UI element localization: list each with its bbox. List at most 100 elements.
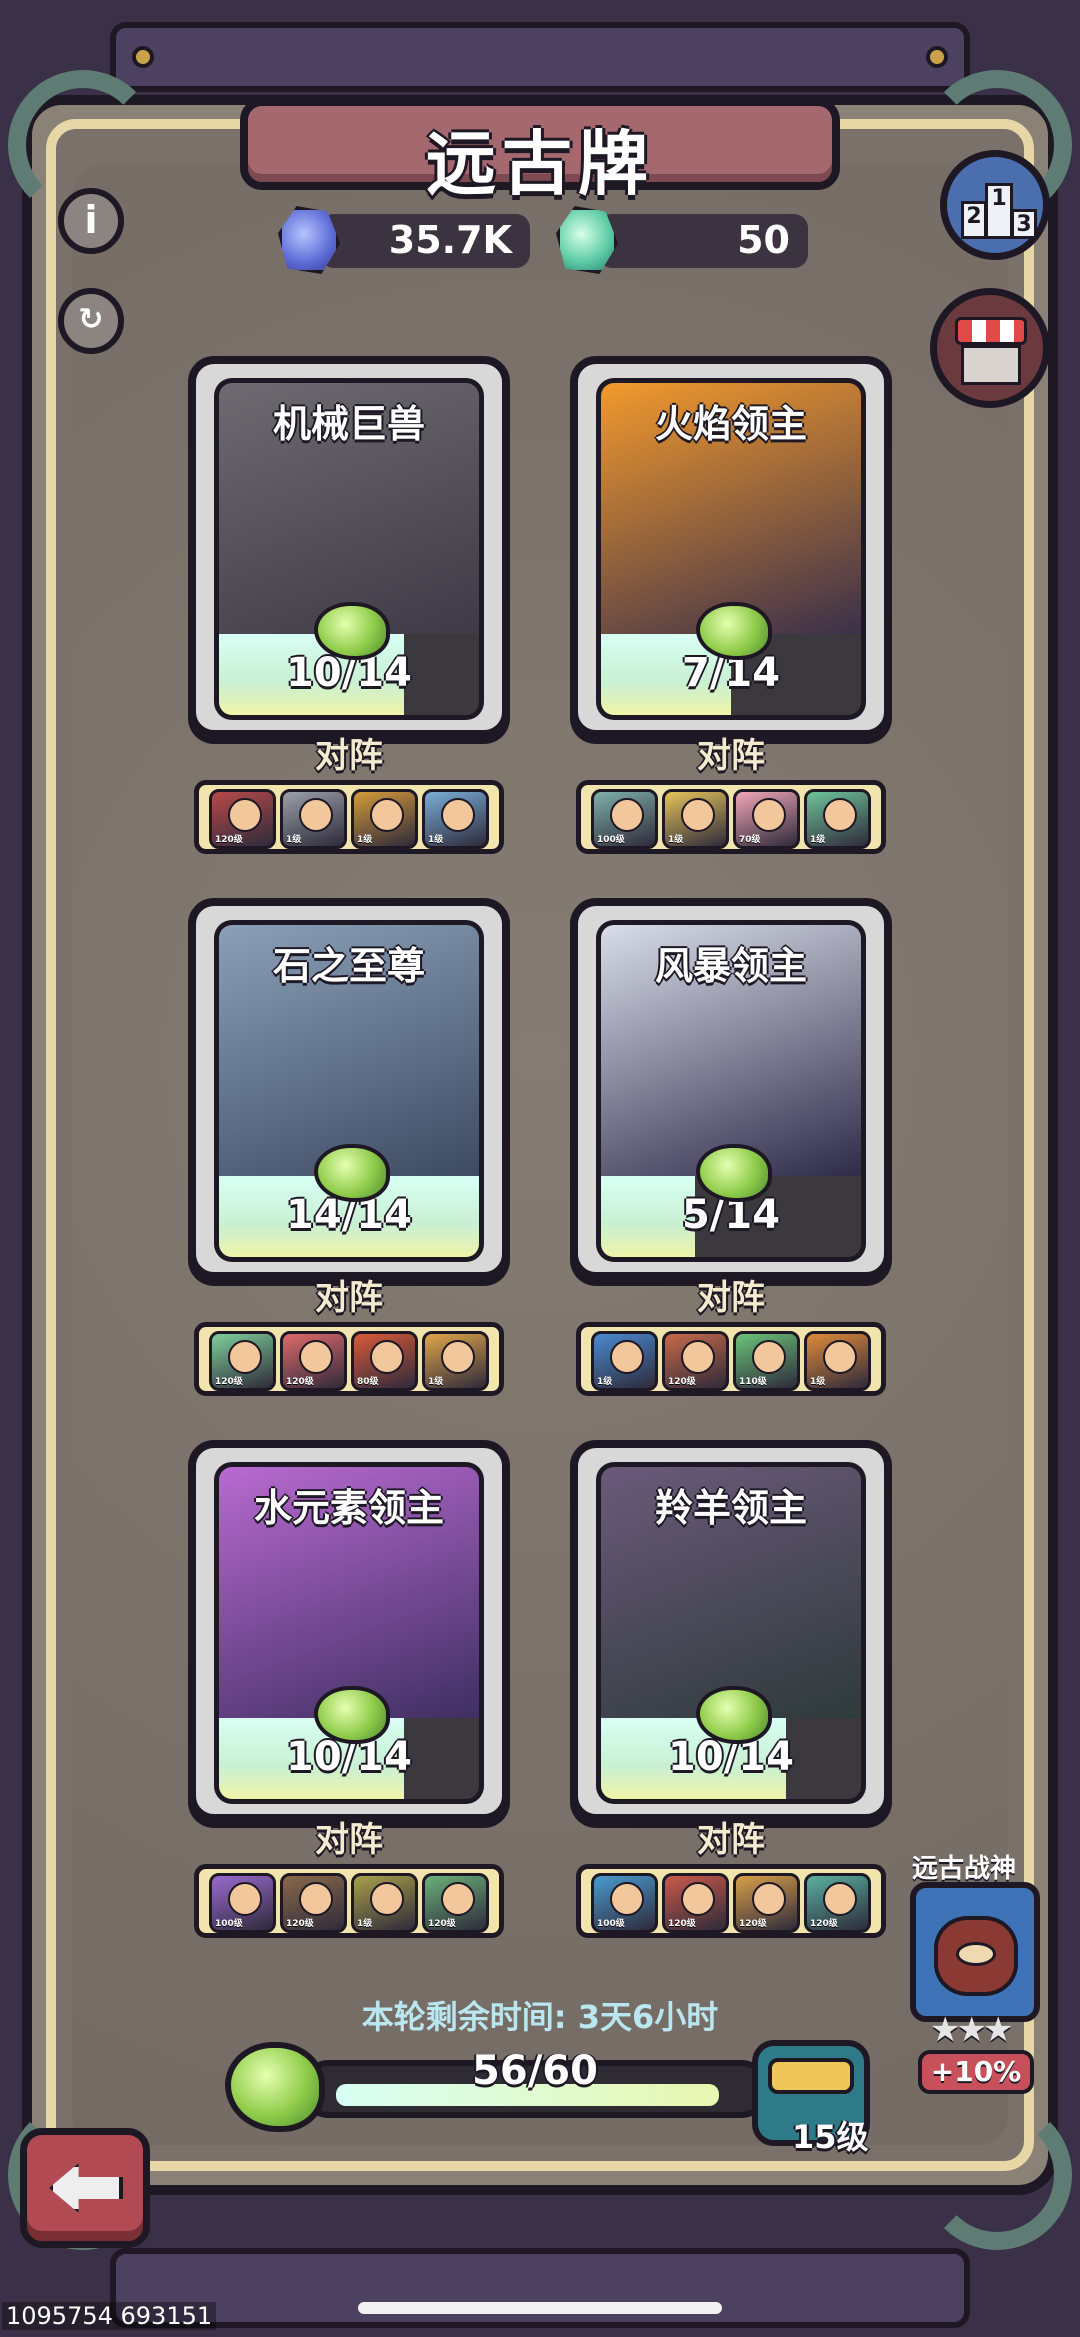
- page-title: 远古牌: [426, 123, 654, 205]
- hero-level: 120级: [668, 1377, 696, 1387]
- boss-art: 石之至尊: [214, 920, 484, 1182]
- hero-portrait[interactable]: 100级: [591, 789, 658, 849]
- hero-face-icon: [823, 1340, 857, 1374]
- hero-portrait[interactable]: 120级: [662, 1873, 729, 1933]
- back-arrow-icon: [49, 2163, 123, 2213]
- bean-icon: [696, 1686, 772, 1744]
- hero-portrait[interactable]: 1级: [422, 1331, 489, 1391]
- hero-portrait[interactable]: 1级: [422, 789, 489, 849]
- hero-portrait[interactable]: 120级: [804, 1873, 871, 1933]
- hero-level: 70级: [739, 835, 761, 845]
- progress-text: 56/60: [472, 2048, 598, 2094]
- hero-portrait[interactable]: 110级: [733, 1331, 800, 1391]
- podium-first: 1: [985, 183, 1013, 239]
- hero-level: 1级: [810, 835, 826, 845]
- currency-blue: 35.7K: [320, 214, 530, 268]
- podium-third: 3: [1011, 209, 1037, 239]
- hero-level: 110级: [739, 1377, 767, 1387]
- hero-face-icon: [370, 1340, 404, 1374]
- hero-level: 1级: [357, 1919, 373, 1929]
- hero-face-icon: [610, 798, 644, 832]
- hero-face-icon: [228, 1882, 262, 1916]
- opponent-team[interactable]: 1级 120级 110级 1级: [576, 1322, 886, 1396]
- boss-card[interactable]: 水元素领主 10/14: [188, 1440, 510, 1822]
- bonus-badge: +10%: [918, 2050, 1034, 2094]
- hero-portrait[interactable]: 120级: [209, 789, 276, 849]
- hero-face-icon: [370, 1882, 404, 1916]
- hero-face-icon: [441, 798, 475, 832]
- opponent-team[interactable]: 120级 1级 1级 1级: [194, 780, 504, 854]
- boss-card[interactable]: 羚羊领主 10/14: [570, 1440, 892, 1822]
- hero-level: 100级: [597, 1919, 625, 1929]
- ancient-god-card[interactable]: [910, 1882, 1040, 2022]
- hero-portrait[interactable]: 1级: [351, 1873, 418, 1933]
- opponent-team[interactable]: 100级 1级 70级 1级: [576, 780, 886, 854]
- boss-art: 风暴领主: [596, 920, 866, 1182]
- bean-icon: [225, 2042, 325, 2132]
- hero-portrait[interactable]: 1级: [804, 1331, 871, 1391]
- hero-portrait[interactable]: 1级: [280, 789, 347, 849]
- hero-face-icon: [370, 798, 404, 832]
- hero-face-icon: [228, 798, 262, 832]
- hero-level: 100级: [215, 1919, 243, 1929]
- hero-face-icon: [681, 1882, 715, 1916]
- bean-icon: [314, 602, 390, 660]
- opponent-team[interactable]: 100级 120级 120级 120级: [576, 1864, 886, 1938]
- ranking-button[interactable]: 2 1 3: [940, 150, 1050, 260]
- hero-portrait[interactable]: 120级: [209, 1331, 276, 1391]
- hero-face-icon: [610, 1340, 644, 1374]
- hero-portrait[interactable]: 1级: [591, 1331, 658, 1391]
- hero-face-icon: [299, 1340, 333, 1374]
- currency-blue-value: 35.7K: [388, 218, 512, 262]
- shop-button[interactable]: [930, 288, 1050, 408]
- hero-level: 120级: [286, 1919, 314, 1929]
- hero-portrait[interactable]: 120级: [422, 1873, 489, 1933]
- boss-name: 风暴领主: [654, 944, 807, 988]
- vs-label: 对阵: [697, 736, 765, 776]
- hero-portrait[interactable]: 120级: [280, 1331, 347, 1391]
- boss-card[interactable]: 火焰领主 7/14: [570, 356, 892, 738]
- hero-portrait[interactable]: 1级: [804, 789, 871, 849]
- boss-art: 机械巨兽: [214, 378, 484, 640]
- boss-art: 火焰领主: [596, 378, 866, 640]
- boss-card[interactable]: 机械巨兽 10/14: [188, 356, 510, 738]
- podium-second: 2: [961, 201, 987, 239]
- boss-art: 水元素领主: [214, 1462, 484, 1724]
- vs-label: 对阵: [315, 736, 383, 776]
- ancient-god-title: 远古战神: [912, 1854, 1017, 1884]
- opponent-team[interactable]: 100级 120级 1级 120级: [194, 1864, 504, 1938]
- boss-card[interactable]: 风暴领主 5/14: [570, 898, 892, 1280]
- hero-portrait[interactable]: 100级: [209, 1873, 276, 1933]
- vs-label: 对阵: [315, 1278, 383, 1318]
- hero-portrait[interactable]: 80级: [351, 1331, 418, 1391]
- hero-portrait[interactable]: 120级: [733, 1873, 800, 1933]
- rivet-icon: [132, 46, 154, 68]
- hero-portrait[interactable]: 120级: [662, 1331, 729, 1391]
- boss-art: 羚羊领主: [596, 1462, 866, 1724]
- hero-portrait[interactable]: 70级: [733, 789, 800, 849]
- refresh-button[interactable]: ↻: [58, 288, 124, 354]
- title-banner: 远古牌: [240, 98, 840, 205]
- info-button[interactable]: i: [58, 188, 124, 254]
- hero-portrait[interactable]: 1级: [351, 789, 418, 849]
- vs-label: 对阵: [315, 1820, 383, 1860]
- horn-icon: [956, 1942, 996, 1966]
- shop-body: [961, 345, 1021, 385]
- bean-icon: [696, 602, 772, 660]
- hero-level: 1级: [597, 1377, 613, 1387]
- hero-face-icon: [752, 1340, 786, 1374]
- home-indicator: [358, 2302, 722, 2314]
- hero-level: 1级: [668, 835, 684, 845]
- hero-level: 1级: [357, 835, 373, 845]
- top-frame-bar: [110, 22, 970, 92]
- hero-level: 120级: [739, 1919, 767, 1929]
- hero-portrait[interactable]: 1级: [662, 789, 729, 849]
- hero-portrait[interactable]: 100级: [591, 1873, 658, 1933]
- hero-face-icon: [441, 1882, 475, 1916]
- back-button[interactable]: [20, 2128, 150, 2248]
- collection-progress-bar: 56/60: [300, 2048, 770, 2118]
- opponent-team[interactable]: 120级 120级 80级 1级: [194, 1322, 504, 1396]
- hero-portrait[interactable]: 120级: [280, 1873, 347, 1933]
- boss-name: 火焰领主: [654, 402, 807, 446]
- boss-card[interactable]: 石之至尊 14/14: [188, 898, 510, 1280]
